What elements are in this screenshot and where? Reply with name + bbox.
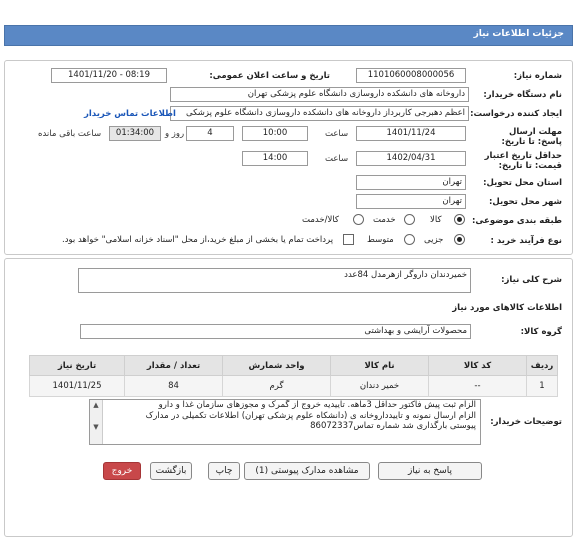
exit-button[interactable]: خروج: [103, 462, 141, 480]
description-label: شرح کلی نیاز:: [501, 275, 562, 285]
buyer-org-field: داروخانه های دانشکده داروسازی دانشگاه عل…: [170, 87, 469, 102]
category-radio-service[interactable]: [404, 214, 415, 225]
province-label: استان محل تحویل:: [483, 178, 562, 188]
validity-label: حداقل تاریخ اعتبار قیمت: تا تاریخ:: [484, 151, 562, 171]
remaining-time-field: 01:34:00: [109, 126, 161, 141]
need-details-panel: [4, 258, 573, 537]
treasury-payment-checkbox[interactable]: [343, 234, 354, 245]
col-row: ردیف: [526, 355, 558, 376]
col-date: تاریخ نیاز: [29, 355, 125, 376]
category-radio-goods[interactable]: [454, 214, 465, 225]
validity-date-field: 1402/04/31: [356, 151, 466, 166]
buyer-org-label: نام دستگاه خریدار:: [483, 90, 562, 100]
cell-row: 1: [526, 375, 558, 397]
deadline-date-field: 1401/11/24: [356, 126, 466, 141]
buyer-notes-box[interactable]: ▲ ▼ الزام ثبت پیش فاکتور حداقل 3ماهه. تای…: [89, 399, 481, 445]
need-number-label: شماره نیاز:: [513, 71, 562, 81]
category-radio-both[interactable]: [353, 214, 364, 225]
table-row: 1 -- خمیر دندان گرم 84 1401/11/25: [29, 375, 558, 397]
deadline-label: مهلت ارسال پاسخ: تا تاریخ:: [501, 127, 562, 147]
category-option-goods: کالا: [430, 215, 442, 225]
province-field: تهران: [356, 175, 466, 190]
process-option-medium: متوسط: [367, 235, 394, 245]
print-button[interactable]: چاپ: [208, 462, 240, 480]
page-title: جزئیات اطلاعات نیاز: [473, 29, 564, 39]
goods-group-label: گروه کالا:: [520, 327, 562, 337]
buyer-contact-link[interactable]: اطلاعات تماس خریدار: [84, 109, 176, 119]
cell-unit: گرم: [222, 375, 331, 397]
buyer-notes-line-2: الزام ارسال نمونه و تاییدداروخانه ی (دان…: [145, 410, 476, 421]
page-title-bar: جزئیات اطلاعات نیاز: [4, 25, 573, 46]
cell-qty: 84: [124, 375, 223, 397]
requester-label: ایجاد کننده درخواست:: [470, 109, 562, 119]
attachments-button[interactable]: مشاهده مدارک پیوستی (1): [244, 462, 370, 480]
buyer-notes-scrollbar[interactable]: ▲ ▼: [90, 400, 103, 444]
category-option-service: خدمت: [373, 215, 396, 225]
city-field: تهران: [356, 194, 466, 209]
goods-table-header: ردیف کد کالا نام کالا واحد شمارش تعداد /…: [29, 355, 558, 376]
city-label: شهر محل تحویل:: [489, 197, 562, 207]
cell-name: خمیر دندان: [330, 375, 429, 397]
cell-date: 1401/11/25: [29, 375, 125, 397]
col-qty: تعداد / مقدار: [124, 355, 223, 376]
requester-field: اعظم دهبرجی کاربرداز داروخانه های دانشکد…: [170, 106, 469, 121]
description-field: خمیردندان داروگر ازهرمدل 84عدد: [78, 268, 471, 293]
remaining-time-label: ساعت باقی مانده: [38, 129, 102, 139]
treasury-payment-note: پرداخت تمام یا بخشی از مبلغ خرید،از محل …: [62, 235, 334, 245]
buyer-notes-line-1: الزام ثبت پیش فاکتور حداقل 3ماهه. تاییدی…: [158, 400, 476, 410]
col-unit: واحد شمارش: [222, 355, 331, 376]
col-code: کد کالا: [428, 355, 527, 376]
deadline-time-field: 10:00: [242, 126, 308, 141]
col-name: نام کالا: [330, 355, 429, 376]
announce-label: تاریخ و ساعت اعلان عمومی:: [209, 71, 330, 81]
reply-button[interactable]: پاسخ به نیاز: [378, 462, 482, 480]
process-label: نوع فرآیند خرید :: [490, 236, 562, 246]
need-number-field: 1101060008000056: [356, 68, 466, 83]
goods-section-title: اطلاعات کالاهای مورد نیاز: [452, 303, 562, 313]
goods-table: ردیف کد کالا نام کالا واحد شمارش تعداد /…: [29, 355, 558, 397]
process-option-minor: جزیی: [424, 235, 444, 245]
days-field: 4: [186, 126, 234, 141]
buyer-notes-line-3: پیوستی بارگذاری شد شماره تماس86072337: [310, 421, 476, 431]
buyer-notes-label: توضیحات خریدار:: [490, 417, 562, 427]
back-button[interactable]: بازگشت: [150, 462, 192, 480]
category-label: طبقه بندی موضوعی:: [472, 216, 562, 226]
announce-field: 1401/11/20 - 08:19: [51, 68, 167, 83]
deadline-time-label: ساعت: [325, 129, 349, 139]
cell-code: --: [428, 375, 527, 397]
days-label: روز و: [165, 129, 185, 139]
process-radio-medium[interactable]: [404, 234, 415, 245]
category-option-both: کالا/خدمت: [302, 215, 339, 225]
goods-group-field: محصولات آرایشی و بهداشتی: [80, 324, 471, 339]
validity-time-field: 14:00: [242, 151, 308, 166]
process-radio-minor[interactable]: [454, 234, 465, 245]
validity-time-label: ساعت: [325, 154, 349, 164]
